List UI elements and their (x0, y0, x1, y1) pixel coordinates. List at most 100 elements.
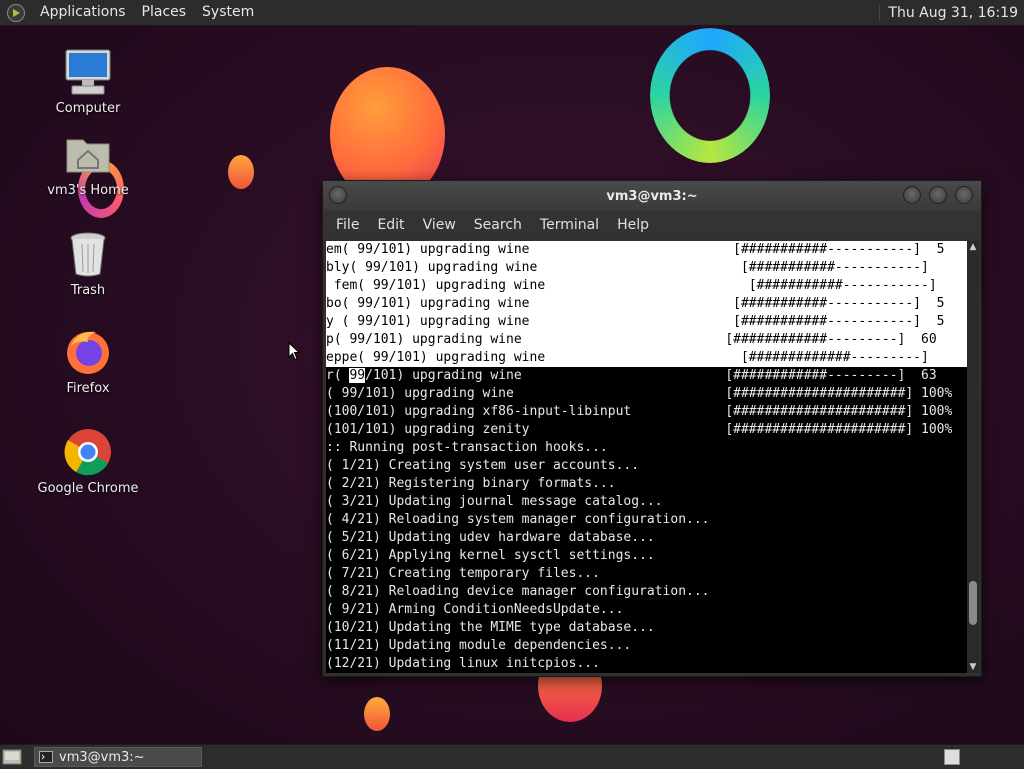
progress-bar-text: [######################] 100% (725, 422, 953, 437)
desktop-icon-chrome[interactable]: Google Chrome (28, 426, 148, 496)
terminal-line-text: (11/21) Updating module dependencies... (326, 638, 632, 653)
terminal-line: fem( 99/101) upgrading wine [###########-… (326, 277, 968, 295)
taskbar-item-terminal[interactable]: vm3@vm3:~ (34, 747, 202, 767)
desktop-icon-label: Trash (70, 283, 106, 298)
terminal-line-text: ( 7/21) Creating temporary files... (326, 566, 600, 581)
terminal-line: (100/101) upgrading xf86-input-libinput [… (326, 403, 968, 421)
menu-terminal[interactable]: Terminal (531, 217, 608, 233)
terminal-line-text: :: Running post-transaction hooks... (326, 440, 608, 455)
terminal-line-text: ( 5/21) Updating udev hardware database.… (326, 530, 655, 545)
scroll-down-icon[interactable]: ▼ (967, 661, 979, 673)
mouse-pointer-icon (288, 342, 301, 361)
terminal-line: eppe( 99/101) upgrading wine [###########… (326, 349, 968, 367)
terminal-line-text: p( 99/101) upgrading wine (326, 332, 522, 347)
window-title: vm3@vm3:~ (606, 188, 698, 204)
window-menubar: File Edit View Search Terminal Help (323, 211, 981, 239)
terminal-line: ( 7/21) Creating temporary files... (326, 565, 968, 583)
terminal-line-text: (10/21) Updating the MIME type database.… (326, 620, 655, 635)
taskbar-item-label: vm3@vm3:~ (59, 749, 145, 765)
terminal-line: ( 4/21) Reloading system manager configu… (326, 511, 968, 529)
terminal-line: ( 5/21) Updating udev hardware database.… (326, 529, 968, 547)
firefox-icon (67, 331, 109, 374)
clock[interactable]: Thu Aug 31, 16:19 (879, 4, 1024, 21)
progress-bar-text: [###########-----------] 5 (733, 242, 945, 257)
terminal-line-text: eppe( 99/101) upgrading wine (326, 350, 546, 365)
desktop-icon-home[interactable]: vm3's Home (28, 128, 148, 198)
terminal-output[interactable]: em( 99/101) upgrading wine [###########--… (326, 241, 968, 673)
wallpaper-shape (228, 155, 254, 189)
terminal-window[interactable]: vm3@vm3:~ File Edit View Search Terminal… (322, 180, 982, 677)
desktop-icon-label: Google Chrome (37, 481, 139, 496)
window-menu-button[interactable] (329, 186, 347, 204)
menu-help[interactable]: Help (608, 217, 658, 233)
terminal-line-text: ( 9/21) Arming ConditionNeedsUpdate... (326, 602, 624, 617)
terminal-line-text: fem( 99/101) upgrading wine (326, 278, 546, 293)
terminal-line-text: 99/101) upgrading wine (349, 368, 522, 383)
terminal-line: p( 99/101) upgrading wine [############--… (326, 331, 968, 349)
bottom-panel: vm3@vm3:~ (0, 744, 1024, 769)
terminal-line-text: ( 8/21) Reloading device manager configu… (326, 584, 710, 599)
show-desktop-icon[interactable] (2, 748, 22, 766)
terminal-line: ( 2/21) Registering binary formats... (326, 475, 968, 493)
terminal-line: ( 3/21) Updating journal message catalog… (326, 493, 968, 511)
terminal-line-text: (12/21) Updating linux initcpios... (326, 656, 600, 671)
scrollbar-thumb[interactable] (969, 581, 977, 625)
menu-view[interactable]: View (414, 217, 465, 233)
terminal-line-text: bo( 99/101) upgrading wine (326, 296, 530, 311)
workspace-switcher[interactable] (944, 749, 960, 765)
terminal-line: (10/21) Updating the MIME type database.… (326, 619, 968, 637)
minimize-button[interactable] (903, 186, 921, 204)
terminal-cursor: 99 (349, 368, 366, 383)
menu-edit[interactable]: Edit (368, 217, 413, 233)
desktop-icon-firefox[interactable]: Firefox (28, 326, 148, 396)
terminal-line: bly( 99/101) upgrading wine [###########-… (326, 259, 968, 277)
desktop-icon-label: vm3's Home (47, 183, 129, 198)
distro-logo-icon[interactable] (6, 3, 26, 23)
menu-search[interactable]: Search (465, 217, 531, 233)
close-button[interactable] (955, 186, 973, 204)
terminal-line: y ( 99/101) upgrading wine [###########--… (326, 313, 968, 331)
desktop-icon-trash[interactable]: Trash (28, 228, 148, 298)
terminal-line-text: r( (326, 368, 350, 383)
progress-bar-text: [###########-----------] (740, 260, 929, 275)
terminal-line-text: (100/101) upgrading xf86-input-libinput (326, 404, 632, 419)
maximize-button[interactable] (929, 186, 947, 204)
terminal-line-text: ( 1/21) Creating system user accounts... (326, 458, 640, 473)
terminal-line: (12/21) Updating linux initcpios... (326, 655, 968, 673)
terminal-line: ( 1/21) Creating system user accounts... (326, 457, 968, 475)
terminal-line-text: bly( 99/101) upgrading wine (326, 260, 538, 275)
terminal-line-text: ( 4/21) Reloading system manager configu… (326, 512, 710, 527)
progress-bar-text: [###########-----------] 5 (733, 296, 945, 311)
terminal-line-text: ( 2/21) Registering binary formats... (326, 476, 616, 491)
menu-places[interactable]: Places (134, 0, 195, 25)
terminal-line: ( 8/21) Reloading device manager configu… (326, 583, 968, 601)
terminal-line-text: y ( 99/101) upgrading wine (326, 314, 530, 329)
terminal-line: ( 9/21) Arming ConditionNeedsUpdate... (326, 601, 968, 619)
terminal-line: (11/21) Updating module dependencies... (326, 637, 968, 655)
terminal-line: ( 6/21) Applying kernel sysctl settings.… (326, 547, 968, 565)
progress-bar-text: [###########-----------] 5 (733, 314, 945, 329)
terminal-scrollbar[interactable]: ▲ ▼ (967, 241, 979, 673)
terminal-line-text: ( 3/21) Updating journal message catalog… (326, 494, 663, 509)
wallpaper-ring (650, 28, 770, 163)
menu-system[interactable]: System (194, 0, 262, 25)
progress-bar-text: [#############---------] (740, 350, 929, 365)
chrome-icon (64, 429, 111, 476)
scroll-up-icon[interactable]: ▲ (967, 241, 979, 253)
terminal-line-text: ( 6/21) Applying kernel sysctl settings.… (326, 548, 655, 563)
trash-icon (70, 232, 106, 277)
progress-bar-text: [############---------] 60 (725, 332, 937, 347)
computer-icon (65, 49, 111, 95)
terminal-line: ( 99/101) upgrading wine [###############… (326, 385, 968, 403)
desktop-icon-computer[interactable]: Computer (28, 46, 148, 116)
menu-file[interactable]: File (327, 217, 368, 233)
terminal-line: bo( 99/101) upgrading wine [###########--… (326, 295, 968, 313)
desktop-icon-label: Firefox (66, 381, 110, 396)
progress-bar-text: [###########-----------] (748, 278, 937, 293)
terminal-line-text: ( 99/101) upgrading wine (326, 386, 514, 401)
progress-bar-text: [############---------] 63 (725, 368, 937, 383)
terminal-line: em( 99/101) upgrading wine [###########--… (326, 241, 968, 259)
window-titlebar[interactable]: vm3@vm3:~ (323, 181, 981, 211)
home-folder-icon (66, 139, 110, 173)
menu-applications[interactable]: Applications (32, 0, 134, 25)
